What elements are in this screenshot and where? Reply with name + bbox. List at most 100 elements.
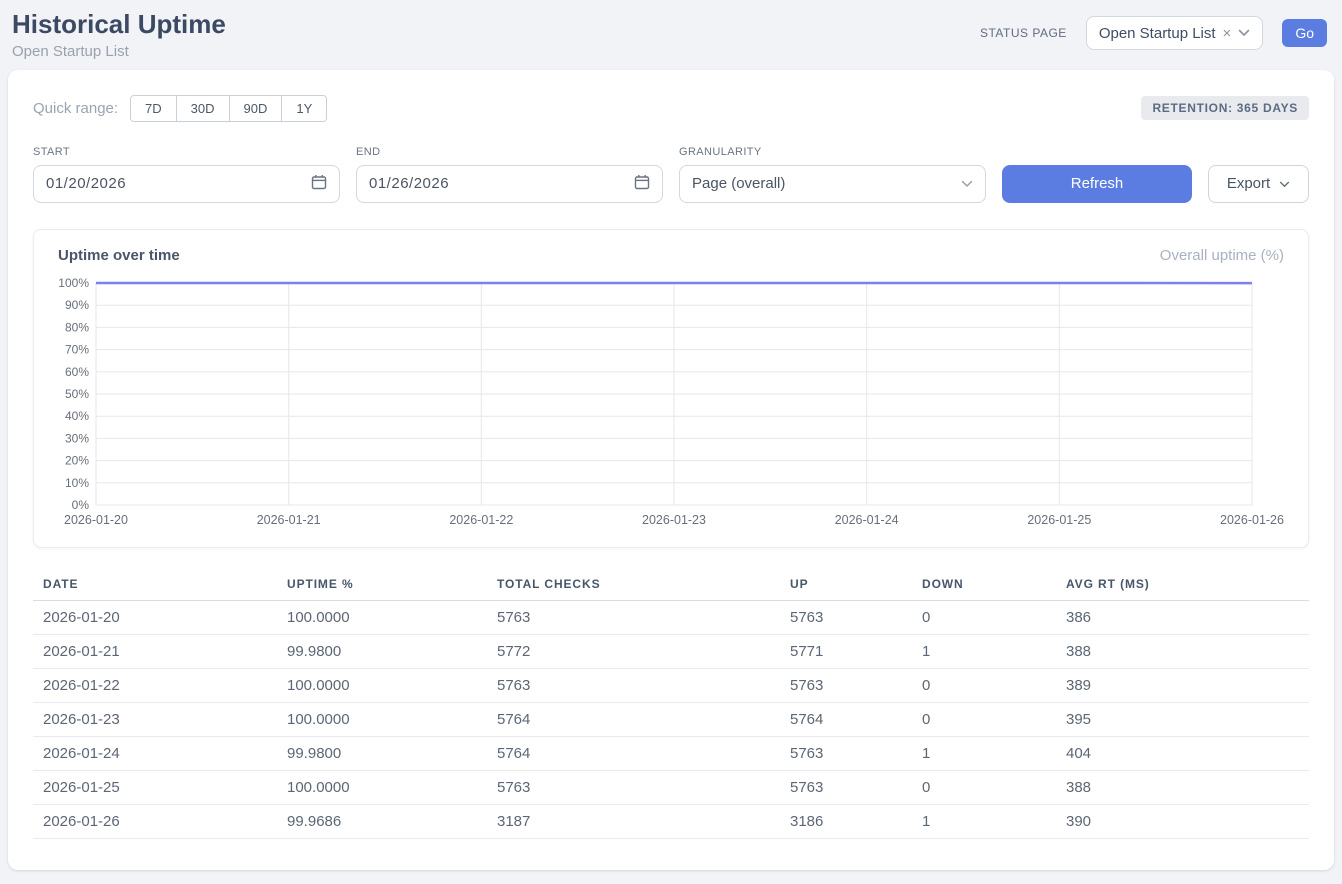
table-cell: 1 [912,736,1056,770]
svg-text:2026-01-26: 2026-01-26 [1220,513,1284,527]
table-cell: 3186 [780,804,912,838]
uptime-chart: 0%10%20%30%40%50%60%70%80%90%100%2026-01… [49,275,1293,537]
chart-title: Uptime over time [58,247,180,264]
table-cell: 1 [912,634,1056,668]
chart-card: Uptime over time Overall uptime (%) 0%10… [33,229,1309,548]
clear-icon[interactable]: × [1223,26,1232,41]
svg-text:2026-01-24: 2026-01-24 [835,513,899,527]
uptime-table: DATEUPTIME %TOTAL CHECKSUPDOWNAVG RT (MS… [33,570,1309,839]
table-cell: 100.0000 [277,702,487,736]
table-cell: 2026-01-21 [33,634,277,668]
granularity-field-wrap: GRANULARITY Page (overall) [679,146,986,203]
table-cell: 100.0000 [277,770,487,804]
table-cell: 404 [1056,736,1309,770]
column-header: TOTAL CHECKS [487,570,780,601]
table-row: 2026-01-20100.0000576357630386 [33,600,1309,634]
table-cell: 390 [1056,804,1309,838]
table-cell: 0 [912,600,1056,634]
table-cell: 5763 [487,600,780,634]
chart-header: Uptime over time Overall uptime (%) [34,247,1308,264]
filters-row: START 01/20/2026 END 01/26/2026 GRANULAR… [33,146,1309,203]
table-cell: 0 [912,668,1056,702]
quick-range-label: Quick range: [33,100,118,117]
svg-text:90%: 90% [65,298,89,312]
end-date-value: 01/26/2026 [369,175,449,192]
refresh-button[interactable]: Refresh [1002,165,1192,203]
table-cell: 3187 [487,804,780,838]
uptime-table-body: 2026-01-20100.00005763576303862026-01-21… [33,600,1309,838]
quick-range-1y[interactable]: 1Y [282,96,326,121]
table-cell: 388 [1056,770,1309,804]
table-cell: 1 [912,804,1056,838]
table-cell: 389 [1056,668,1309,702]
svg-text:2026-01-22: 2026-01-22 [449,513,513,527]
page-header: Historical Uptime Open Startup List STAT… [0,0,1342,70]
go-button[interactable]: Go [1282,19,1327,47]
quick-range-group: 7D30D90D1Y [130,95,327,122]
table-row: 2026-01-2699.9686318731861390 [33,804,1309,838]
svg-text:100%: 100% [58,276,89,290]
table-cell: 5763 [487,770,780,804]
svg-text:2026-01-21: 2026-01-21 [257,513,321,527]
start-date-value: 01/20/2026 [46,175,126,192]
quick-range-30d[interactable]: 30D [177,96,230,121]
table-cell: 5763 [780,668,912,702]
uptime-table-head-row: DATEUPTIME %TOTAL CHECKSUPDOWNAVG RT (MS… [33,570,1309,601]
table-row: 2026-01-23100.0000576457640395 [33,702,1309,736]
table-cell: 5764 [487,736,780,770]
start-date-input[interactable]: 01/20/2026 [33,165,340,203]
svg-text:2026-01-25: 2026-01-25 [1027,513,1091,527]
page-subtitle: Open Startup List [12,43,226,60]
page-title: Historical Uptime [12,10,226,40]
calendar-icon[interactable] [634,174,650,194]
svg-text:80%: 80% [65,320,89,334]
start-label: START [33,146,340,158]
main-card: Quick range: 7D30D90D1Y RETENTION: 365 D… [8,70,1334,870]
column-header: DATE [33,570,277,601]
table-cell: 5764 [487,702,780,736]
table-cell: 100.0000 [277,668,487,702]
table-cell: 100.0000 [277,600,487,634]
svg-text:10%: 10% [65,476,89,490]
start-date-field-wrap: START 01/20/2026 [33,146,340,203]
table-cell: 2026-01-22 [33,668,277,702]
title-block: Historical Uptime Open Startup List [12,10,226,60]
column-header: AVG RT (MS) [1056,570,1309,601]
svg-text:60%: 60% [65,365,89,379]
table-cell: 2026-01-23 [33,702,277,736]
svg-text:30%: 30% [65,431,89,445]
quick-range-7d[interactable]: 7D [131,96,177,121]
export-label: Export [1227,175,1270,192]
svg-text:2026-01-23: 2026-01-23 [642,513,706,527]
column-header: UPTIME % [277,570,487,601]
chevron-down-icon [1279,175,1290,192]
granularity-value: Page (overall) [692,175,785,192]
table-cell: 5764 [780,702,912,736]
table-cell: 388 [1056,634,1309,668]
table-cell: 5763 [780,770,912,804]
status-page-value: Open Startup List [1099,25,1216,42]
export-button[interactable]: Export [1208,165,1309,203]
table-cell: 5763 [487,668,780,702]
column-header: UP [780,570,912,601]
table-cell: 2026-01-24 [33,736,277,770]
table-row: 2026-01-22100.0000576357630389 [33,668,1309,702]
svg-text:20%: 20% [65,453,89,467]
quick-range-90d[interactable]: 90D [230,96,283,121]
table-cell: 395 [1056,702,1309,736]
end-date-input[interactable]: 01/26/2026 [356,165,663,203]
granularity-select[interactable]: Page (overall) [679,165,986,203]
retention-badge: RETENTION: 365 DAYS [1141,96,1309,120]
status-page-select[interactable]: Open Startup List × [1086,16,1264,50]
table-cell: 99.9800 [277,736,487,770]
svg-text:50%: 50% [65,387,89,401]
header-actions: STATUS PAGE Open Startup List × Go [980,16,1327,50]
table-cell: 99.9686 [277,804,487,838]
chart-legend: Overall uptime (%) [1160,247,1284,264]
chevron-down-icon [961,175,973,192]
table-cell: 386 [1056,600,1309,634]
calendar-icon[interactable] [311,174,327,194]
table-cell: 2026-01-20 [33,600,277,634]
table-cell: 5772 [487,634,780,668]
chevron-down-icon [1238,24,1250,42]
